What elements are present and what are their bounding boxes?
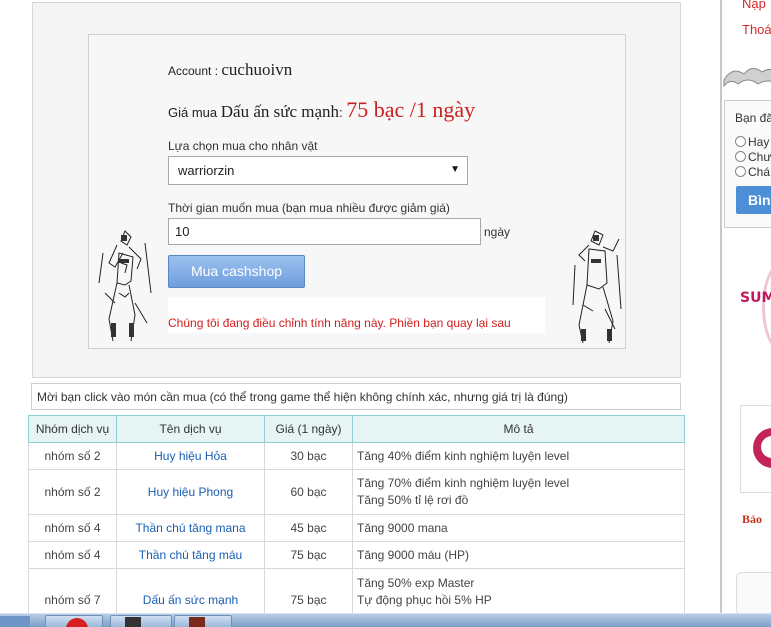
sidebar-link-nap[interactable]: Nạp xyxy=(742,0,766,11)
table-header-row: Nhóm dịch vụ Tên dịch vụ Giá (1 ngày) Mô… xyxy=(28,415,685,443)
header-price: Giá (1 ngày) xyxy=(264,415,353,443)
character-label: Lựa chọn mua cho nhân vật xyxy=(168,139,318,153)
services-table: Nhóm dịch vụ Tên dịch vụ Giá (1 ngày) Mô… xyxy=(28,415,685,627)
header-group: Nhóm dịch vụ xyxy=(28,415,117,443)
duration-input[interactable] xyxy=(168,218,481,245)
item-name: Dấu ấn sức mạnh xyxy=(220,102,340,121)
account-name: cuchuoivn xyxy=(221,60,293,79)
service-link[interactable]: Huy hiệu Hỏa xyxy=(116,442,265,470)
hint-text: Mời bạn click vào món cần mua (có thể tr… xyxy=(31,383,681,410)
character-select[interactable]: warriorzin ▼ xyxy=(168,156,468,185)
cell-description: Tăng 9000 mana xyxy=(352,514,685,542)
table-row[interactable]: nhóm số 2 Huy hiệu Hỏa 30 bạc Tăng 40% đ… xyxy=(28,442,685,470)
poll-option-label: Chư xyxy=(748,150,771,164)
radio-button[interactable] xyxy=(735,136,746,147)
duration-label: Thời gian muốn mua (bạn mua nhiều được g… xyxy=(168,201,450,215)
character-selected-value: warriorzin xyxy=(178,163,235,178)
description-line: Tăng 9000 mana xyxy=(357,520,448,535)
radio-button[interactable] xyxy=(735,166,746,177)
poll-option[interactable]: Hay xyxy=(735,135,769,149)
sidebar-bottom-image[interactable] xyxy=(736,572,771,616)
banner-ring-decoration xyxy=(762,262,771,352)
game-icon xyxy=(189,617,205,627)
warrior-illustration-right xyxy=(572,230,622,344)
dragon-ornament-icon xyxy=(722,60,771,92)
cell-description: Tăng 40% điểm kinh nghiệm luyện level xyxy=(352,442,685,470)
description-line: Tự động phục hồi 5% HP xyxy=(357,592,492,607)
description-line: Tăng 50% exp Master xyxy=(357,575,475,590)
poll-option[interactable]: Chá xyxy=(735,165,770,179)
cell-description: Tăng 70% điểm kinh nghiệm luyện level Tăn… xyxy=(352,469,685,515)
account-row: Account : cuchuoivn xyxy=(168,60,292,80)
sidebar-bottom-title: Bảo xyxy=(742,512,763,526)
start-button[interactable] xyxy=(0,616,30,627)
taskbar-item-browser[interactable] xyxy=(45,615,103,627)
os-taskbar xyxy=(0,613,771,627)
sidebar-link-thoat[interactable]: Thoá xyxy=(742,22,771,37)
dropdown-arrow-icon: ▼ xyxy=(450,164,460,175)
description-line: Tăng 50% tỉ lệ rơi đồ xyxy=(357,493,469,507)
buy-cashshop-button[interactable]: Mua cashshop xyxy=(168,255,305,288)
promo-logo-banner[interactable] xyxy=(740,405,771,493)
maintenance-notice: Chúng tôi đang điều chỉnh tính năng này.… xyxy=(168,297,545,333)
page: Account : cuchuoivn Giá mua Dấu ấn sức m… xyxy=(0,0,771,627)
service-link[interactable]: Thần chú tăng máu xyxy=(116,541,265,569)
vote-button[interactable]: Bìn xyxy=(736,186,771,214)
cell-price: 45 bạc xyxy=(264,514,353,542)
purchase-panel: Account : cuchuoivn Giá mua Dấu ấn sức m… xyxy=(32,2,681,378)
poll-title: Bạn đã xyxy=(735,111,771,125)
cell-description: Tăng 9000 máu (HP) xyxy=(352,541,685,569)
header-name: Tên dịch vụ xyxy=(116,415,265,443)
description-line: Tăng 9000 máu (HP) xyxy=(357,547,470,562)
account-label: Account : xyxy=(168,64,222,78)
poll-option-label: Hay xyxy=(748,135,770,149)
poll-option[interactable]: Chư xyxy=(735,150,771,164)
description-line: Tăng 40% điểm kinh nghiệm luyện level xyxy=(357,448,570,463)
description-line: Tăng 70% điểm kinh nghiệm luyện level xyxy=(357,476,570,490)
price-row: Giá mua Dấu ấn sức mạnh: 75 bạc /1 ngày xyxy=(168,97,475,123)
table-row[interactable]: nhóm số 4 Thần chú tăng mana 45 bạc Tăng… xyxy=(28,514,685,542)
cell-group: nhóm số 4 xyxy=(28,541,117,569)
browser-icon xyxy=(66,618,88,627)
service-link[interactable]: Thần chú tăng mana xyxy=(116,514,265,542)
cell-group: nhóm số 2 xyxy=(28,469,117,515)
right-sidebar: Nạp Thoá Bạn đã Hay Chư Chá Bìn SUM Bảo xyxy=(720,0,771,627)
taskbar-item-game-1[interactable] xyxy=(110,615,172,627)
game-icon xyxy=(125,617,141,627)
price-value: 75 bạc /1 ngày xyxy=(346,97,476,122)
cell-price: 75 bạc xyxy=(264,541,353,569)
taskbar-item-game-2[interactable] xyxy=(174,615,232,627)
cell-group: nhóm số 4 xyxy=(28,514,117,542)
purchase-form-panel: Account : cuchuoivn Giá mua Dấu ấn sức m… xyxy=(88,34,626,349)
service-link[interactable]: Huy hiệu Phong xyxy=(116,469,265,515)
cell-price: 60 bạc xyxy=(264,469,353,515)
cell-price: 30 bạc xyxy=(264,442,353,470)
cell-group: nhóm số 2 xyxy=(28,442,117,470)
poll-option-label: Chá xyxy=(748,165,771,179)
header-description: Mô tả xyxy=(352,415,685,443)
table-row[interactable]: nhóm số 2 Huy hiệu Phong 60 bạc Tăng 70%… xyxy=(28,469,685,515)
price-label: Giá mua xyxy=(168,105,221,120)
table-row[interactable]: nhóm số 4 Thần chú tăng máu 75 bạc Tăng … xyxy=(28,541,685,569)
radio-button[interactable] xyxy=(735,151,746,162)
warrior-illustration-left xyxy=(98,230,152,342)
summer-banner[interactable]: SUM xyxy=(740,290,771,306)
duration-unit: ngày xyxy=(484,225,511,239)
